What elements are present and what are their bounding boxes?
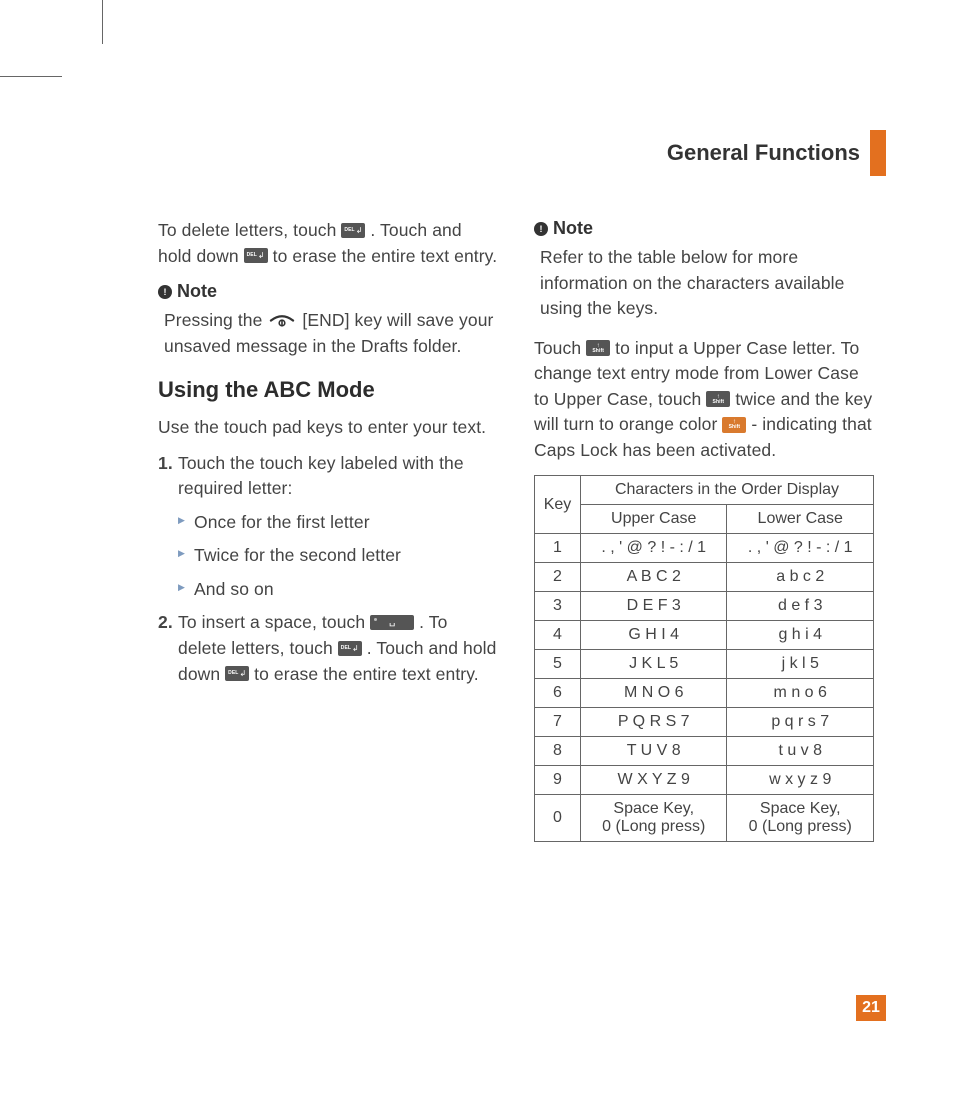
cell-lower: j k l 5 xyxy=(727,650,874,679)
cell-upper: . , ' @ ? ! - : / 1 xyxy=(580,534,727,563)
note-icon: ! xyxy=(158,285,172,299)
paragraph: Use the touch pad keys to enter your tex… xyxy=(158,415,498,441)
cell-upper: J K L 5 xyxy=(580,650,727,679)
cell-lower: t u v 8 xyxy=(727,737,874,766)
cell-upper: D E F 3 xyxy=(580,592,727,621)
paragraph: Touch to input a Upper Case letter. To c… xyxy=(534,336,874,464)
table-row: 5J K L 5j k l 5 xyxy=(535,650,874,679)
cell-lower: w x y z 9 xyxy=(727,766,874,795)
note-label: Note xyxy=(553,218,593,239)
list-item: 1. Touch the touch key labeled with the … xyxy=(158,451,498,603)
text: Touch xyxy=(534,338,586,358)
cell-key: 3 xyxy=(535,592,581,621)
text: To delete letters, touch xyxy=(158,220,341,240)
cell-key: 8 xyxy=(535,737,581,766)
cell-lower: d e f 3 xyxy=(727,592,874,621)
cell-lower: g h i 4 xyxy=(727,621,874,650)
note-body: Refer to the table below for more inform… xyxy=(540,245,874,322)
table-row: 2A B C 2a b c 2 xyxy=(535,563,874,592)
text: Touch the touch key labeled with the req… xyxy=(178,453,464,499)
page-title: General Functions xyxy=(667,140,860,166)
cell-upper: G H I 4 xyxy=(580,621,727,650)
space-key-icon xyxy=(370,615,414,630)
end-key-icon xyxy=(267,314,297,327)
text: to erase the entire text entry. xyxy=(254,664,479,684)
cell-key: 0 xyxy=(535,795,581,842)
cell-key: 1 xyxy=(535,534,581,563)
list-item: 2. To insert a space, touch . To delete … xyxy=(158,610,498,687)
th-lower: Lower Case xyxy=(727,505,874,534)
table-row: 1. , ' @ ? ! - : / 1. , ' @ ? ! - : / 1 xyxy=(535,534,874,563)
cell-upper: Space Key, 0 (Long press) xyxy=(580,795,727,842)
table-row: 9W X Y Z 9w x y z 9 xyxy=(535,766,874,795)
cell-key: 2 xyxy=(535,563,581,592)
page-header: General Functions xyxy=(667,130,886,176)
cell-lower: Space Key, 0 (Long press) xyxy=(727,795,874,842)
list-number: 1. xyxy=(158,451,173,477)
th-upper: Upper Case xyxy=(580,505,727,534)
table-row: 3D E F 3d e f 3 xyxy=(535,592,874,621)
th-title: Characters in the Order Display xyxy=(580,476,873,505)
crop-mark-v xyxy=(102,0,103,44)
cell-upper: T U V 8 xyxy=(580,737,727,766)
cell-upper: P Q R S 7 xyxy=(580,708,727,737)
del-key-icon xyxy=(225,666,249,681)
note-label: Note xyxy=(177,281,217,302)
table-row: 6M N O 6m n o 6 xyxy=(535,679,874,708)
content: To delete letters, touch . Touch and hol… xyxy=(158,218,874,842)
del-key-icon xyxy=(338,641,362,656)
header-tab xyxy=(870,130,886,176)
cell-key: 9 xyxy=(535,766,581,795)
ordered-list: 1. Touch the touch key labeled with the … xyxy=(158,451,498,687)
sub-item: And so on xyxy=(178,577,498,603)
table-body: 1. , ' @ ? ! - : / 1. , ' @ ? ! - : / 12… xyxy=(535,534,874,842)
cell-lower: a b c 2 xyxy=(727,563,874,592)
shift-key-icon xyxy=(586,340,610,356)
text: Pressing the xyxy=(164,310,267,330)
note-text: Pressing the [END] key will save your un… xyxy=(164,308,498,359)
text: To insert a space, touch xyxy=(178,612,370,632)
sub-item: Once for the first letter xyxy=(178,510,498,536)
sub-list: Once for the first letter Twice for the … xyxy=(178,510,498,603)
th-key: Key xyxy=(535,476,581,534)
text: to erase the entire text entry. xyxy=(273,246,498,266)
note-text: Refer to the table below for more inform… xyxy=(540,245,874,322)
left-column: To delete letters, touch . Touch and hol… xyxy=(158,218,498,842)
cell-key: 5 xyxy=(535,650,581,679)
table-row: 8T U V 8t u v 8 xyxy=(535,737,874,766)
cell-upper: M N O 6 xyxy=(580,679,727,708)
cell-lower: m n o 6 xyxy=(727,679,874,708)
note-header: ! Note xyxy=(158,281,498,302)
crop-mark-h xyxy=(0,76,62,77)
table-row: 0Space Key, 0 (Long press)Space Key, 0 (… xyxy=(535,795,874,842)
sub-item: Twice for the second letter xyxy=(178,543,498,569)
right-column: ! Note Refer to the table below for more… xyxy=(534,218,874,842)
cell-lower: . , ' @ ? ! - : / 1 xyxy=(727,534,874,563)
shift-key-icon xyxy=(706,391,730,407)
cell-lower: p q r s 7 xyxy=(727,708,874,737)
table-row: 7P Q R S 7p q r s 7 xyxy=(535,708,874,737)
note-header: ! Note xyxy=(534,218,874,239)
note-body: Pressing the [END] key will save your un… xyxy=(164,308,498,359)
note-icon: ! xyxy=(534,222,548,236)
cell-upper: W X Y Z 9 xyxy=(580,766,727,795)
intro-paragraph: To delete letters, touch . Touch and hol… xyxy=(158,218,498,269)
cell-key: 7 xyxy=(535,708,581,737)
list-number: 2. xyxy=(158,610,173,636)
cell-key: 6 xyxy=(535,679,581,708)
cell-key: 4 xyxy=(535,621,581,650)
del-key-icon xyxy=(244,248,268,263)
shift-key-orange-icon xyxy=(722,417,746,433)
section-heading: Using the ABC Mode xyxy=(158,377,498,403)
table-row: 4G H I 4g h i 4 xyxy=(535,621,874,650)
char-table: Key Characters in the Order Display Uppe… xyxy=(534,475,874,842)
cell-upper: A B C 2 xyxy=(580,563,727,592)
del-key-icon xyxy=(341,223,365,238)
page-number: 21 xyxy=(856,995,886,1021)
